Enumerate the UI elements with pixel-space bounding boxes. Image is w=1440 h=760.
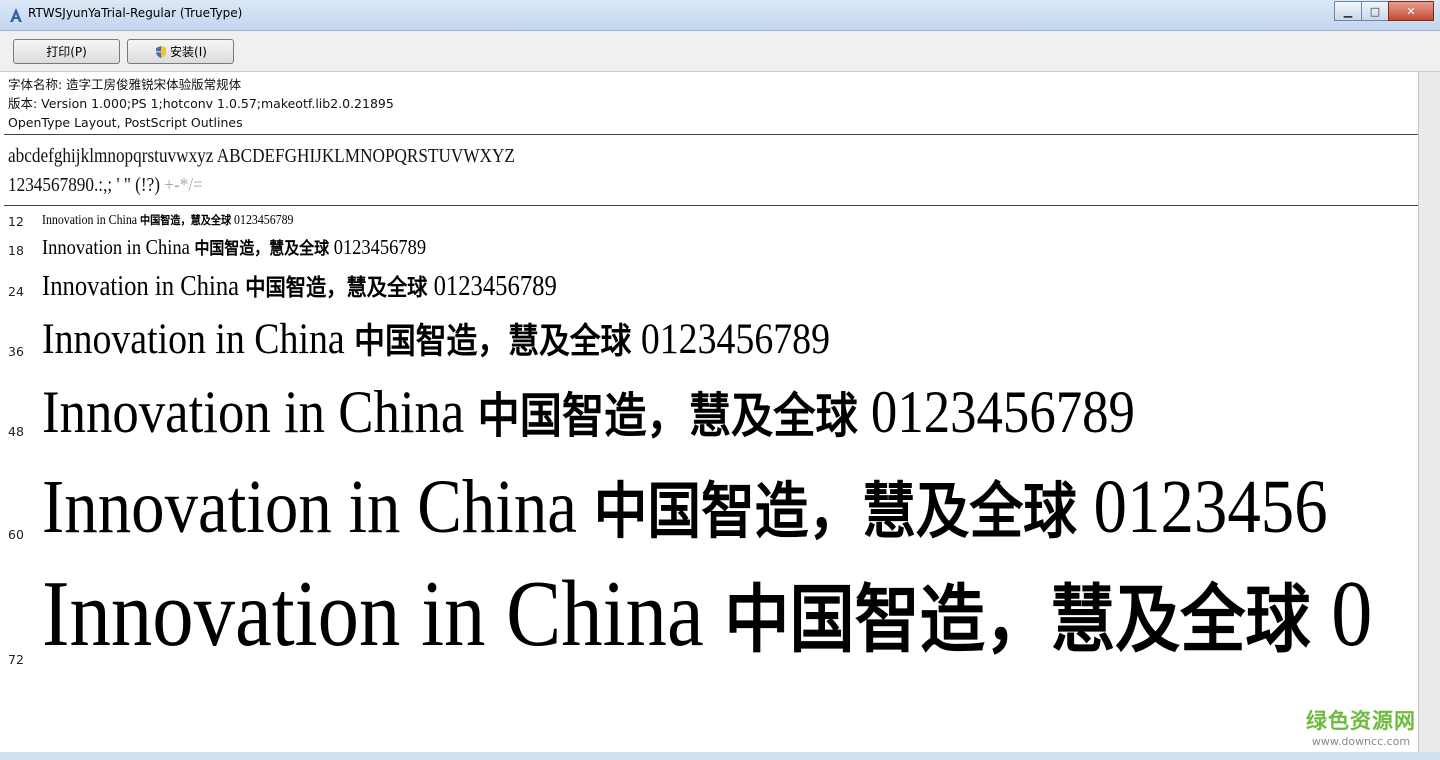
font-version: 版本: Version 1.000;PS 1;hotconv 1.0.57;ma…	[8, 96, 394, 111]
window-bottom-border	[0, 752, 1440, 760]
divider	[4, 205, 1418, 206]
sample-digits: 0123456789	[427, 271, 557, 302]
sample-size-label: 60	[8, 527, 24, 542]
install-button[interactable]: 安装(I)	[127, 39, 234, 64]
sample-cjk: 中国智造，慧及全球	[245, 275, 428, 301]
sample-digits: 0123456789	[329, 235, 427, 259]
title-bar: RTWSJyunYaTrial-Regular (TrueType) ▁ □ ✕	[0, 0, 1440, 31]
sample-cjk: 中国智造，慧及全球	[724, 577, 1311, 663]
sample-size-label: 36	[8, 344, 24, 359]
sample-size-label: 12	[8, 214, 24, 229]
print-button-label: 打印(P)	[46, 45, 87, 59]
window-controls: ▁ □ ✕	[1334, 1, 1434, 21]
sample-latin: Innovation in China	[42, 379, 478, 445]
sample-text-60: Innovation in China 中国智造，慧及全球 0123456	[42, 461, 1328, 551]
sample-size-label: 18	[8, 243, 24, 258]
sample-digits: 0123456	[1076, 465, 1328, 549]
sample-size-label: 72	[8, 652, 24, 667]
sample-latin: Innovation in China	[42, 235, 195, 259]
sample-cjk: 中国智造，慧及全球	[593, 476, 1077, 547]
install-button-label: 安装(I)	[170, 45, 207, 59]
toolbar: 打印(P) 安装(I)	[0, 31, 1440, 72]
divider	[4, 134, 1418, 135]
sample-cjk: 中国智造，慧及全球	[194, 239, 330, 259]
vertical-scrollbar[interactable]	[1418, 72, 1440, 752]
sample-latin: Innovation in China	[42, 562, 725, 666]
sample-latin: Innovation in China	[42, 212, 141, 227]
watermark-url: www.downcc.com	[1311, 735, 1411, 748]
font-type: OpenType Layout, PostScript Outlines	[8, 115, 243, 130]
window-title: RTWSJyunYaTrial-Regular (TrueType)	[28, 6, 243, 20]
font-name: 字体名称: 造字工房俊雅锐宋体验版常规体	[8, 77, 242, 92]
watermark-name: 绿色资源网	[1306, 709, 1416, 733]
font-info: 字体名称: 造字工房俊雅锐宋体验版常规体 版本: Version 1.000;P…	[8, 75, 394, 132]
print-button[interactable]: 打印(P)	[13, 39, 120, 64]
sample-text-18: Innovation in China 中国智造，慧及全球 0123456789	[42, 234, 426, 260]
shield-icon	[156, 45, 167, 58]
sample-digits: 0123456789	[231, 212, 294, 227]
sample-text-48: Innovation in China 中国智造，慧及全球 0123456789	[42, 376, 1135, 447]
close-button[interactable]: ✕	[1388, 1, 1434, 21]
sample-text-36: Innovation in China 中国智造，慧及全球 0123456789	[42, 313, 830, 364]
sample-cjk: 中国智造，慧及全球	[354, 322, 632, 362]
sample-cjk: 中国智造，慧及全球	[140, 213, 232, 227]
sample-text-12: Innovation in China 中国智造，慧及全球 0123456789	[42, 212, 293, 228]
sample-latin: Innovation in China	[42, 271, 246, 302]
sample-digits: 0123456789	[857, 379, 1135, 445]
site-watermark: 绿色资源网 www.downcc.com	[1302, 705, 1418, 748]
minimize-button[interactable]: ▁	[1334, 1, 1362, 21]
charset-letters: abcdefghijklmnopqrstuvwxyz ABCDEFGHIJKLM…	[8, 145, 515, 167]
font-preview-pane: 字体名称: 造字工房俊雅锐宋体验版常规体 版本: Version 1.000;P…	[0, 72, 1419, 752]
sample-digits: 0123456789	[631, 316, 831, 363]
font-icon	[10, 8, 22, 22]
sample-latin: Innovation in China	[42, 465, 594, 549]
sample-latin: Innovation in China	[42, 316, 355, 363]
charset-digits-line: 1234567890.:,; ' " (!?) +-*/=	[8, 171, 515, 200]
charset-preview: abcdefghijklmnopqrstuvwxyz ABCDEFGHIJKLM…	[8, 142, 515, 200]
sample-text-72: Innovation in China 中国智造，慧及全球 0	[42, 560, 1372, 668]
sample-size-label: 48	[8, 424, 24, 439]
sample-digits: 0	[1310, 562, 1373, 666]
charset-digits: 1234567890.:,; ' " (!?)	[8, 174, 161, 196]
sample-text-24: Innovation in China 中国智造，慧及全球 0123456789	[42, 268, 557, 303]
sample-size-label: 24	[8, 284, 24, 299]
maximize-button[interactable]: □	[1361, 1, 1389, 21]
sample-cjk: 中国智造，慧及全球	[477, 388, 858, 444]
charset-operators: +-*/=	[160, 174, 203, 196]
